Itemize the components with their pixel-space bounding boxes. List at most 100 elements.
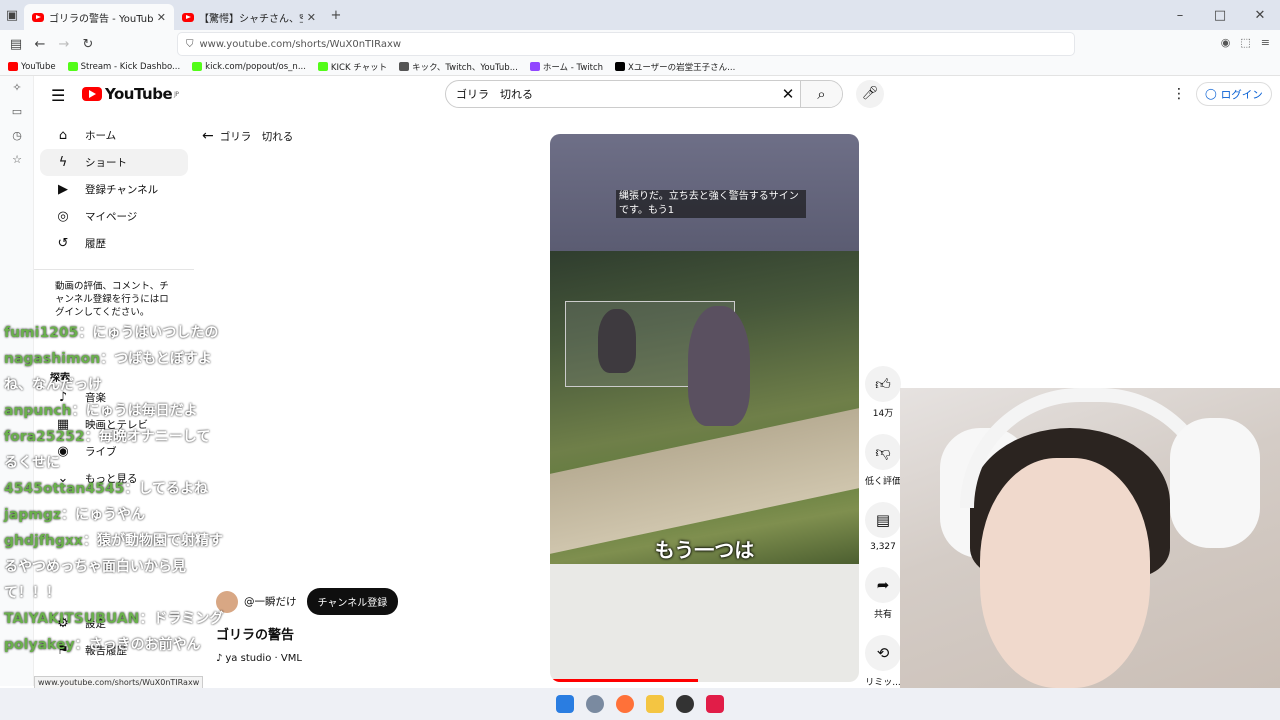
shorts-actions: 👍︎ 14万 👎︎ 低く評価 ▤ 3,327 ➦ 共有 ⟲ リミッ... (862, 366, 904, 703)
account-icon[interactable]: ◉ (1221, 36, 1231, 49)
voice-search-button[interactable]: 🎤︎ (856, 80, 884, 108)
close-tab-icon[interactable]: ✕ (157, 11, 166, 24)
clear-search-icon[interactable]: ✕ (776, 85, 800, 103)
video-progress-bar[interactable] (550, 679, 699, 682)
youtube-favicon-icon (182, 12, 194, 22)
chat-message: ghdjfhgxx：猿が動物園で射精するやつめっちゃ面白いから見て！！！ (4, 533, 223, 601)
shield-icon: ⛉ (186, 38, 194, 50)
shorts-icon: ϟ (58, 154, 68, 170)
browser-tab-1[interactable]: 【驚愕】シャチさん、空中に逃げ ✕ (174, 4, 324, 30)
history-icon: ↺ (57, 235, 69, 251)
kick-icon (192, 62, 203, 71)
thumbs-up-icon: 👍︎ (865, 366, 901, 402)
comments-button[interactable]: ▤ 3,327 (862, 502, 904, 552)
folder-icon[interactable] (646, 695, 664, 713)
reload-icon[interactable]: ↻ (76, 37, 100, 52)
video-subtitle: もう一つは (654, 538, 755, 562)
channel-name[interactable]: @一瞬だけ (244, 594, 297, 609)
maximize-icon[interactable]: □ (1200, 8, 1240, 23)
stream-chat-overlay: fumi1205：にゅうはいつしたの nagashimon：つばもとぼすよね、な… (4, 320, 224, 658)
bookmark-item[interactable]: Stream - Kick Dashbo... (67, 62, 180, 72)
forward-icon[interactable]: → (52, 37, 76, 52)
headset-right-earcup (1170, 418, 1260, 548)
shorts-video-player[interactable]: 縄張りだ。立ち去と強く警告するサインです。もう1 もう一つは (550, 134, 859, 682)
star-icon[interactable]: ☆ (0, 148, 34, 172)
sidebar-item-home[interactable]: ⌂ ホーム (40, 122, 188, 149)
chat-message: fora25252：毎晩オナニーしてるくせに (4, 429, 211, 471)
chat-message: TAIYAKITSUBUAN：ドラミング (4, 611, 224, 627)
dirt-path (550, 408, 859, 554)
back-icon[interactable]: ← (28, 37, 52, 52)
chat-message: fumi1205：にゅうはいつしたの (4, 325, 219, 341)
tab-list-icon[interactable]: ▣ (0, 8, 24, 23)
browser-nav-bar: ▤ ← → ↻ ⛉ www.youtube.com/shorts/WuX0nTI… (0, 30, 1280, 58)
chat-message: polyakey：さっきのお前やん (4, 637, 201, 653)
share-button[interactable]: ➦ 共有 (862, 567, 904, 620)
kick-icon (317, 62, 328, 71)
more-options-icon[interactable]: ⋮ (1172, 86, 1186, 102)
shorts-back-link[interactable]: ← ゴリラ 切れる (202, 128, 293, 144)
app-icon[interactable] (706, 695, 724, 713)
multi-icon (399, 62, 410, 71)
chat-message: anpunch：にゅうは毎日だよ (4, 403, 198, 419)
close-window-icon[interactable]: ✕ (1240, 8, 1280, 23)
start-icon[interactable] (556, 695, 574, 713)
minimize-icon[interactable]: – (1160, 8, 1200, 23)
extensions-icon[interactable]: ⬚ (1240, 36, 1250, 49)
kick-icon (67, 62, 78, 71)
youtube-icon (8, 62, 18, 71)
close-tab-icon[interactable]: ✕ (307, 11, 316, 24)
bookmark-item[interactable]: ホーム - Twitch (529, 61, 603, 73)
settings-icon[interactable] (586, 695, 604, 713)
subscriptions-icon: ▶ (58, 181, 68, 197)
remix-button[interactable]: ⟲ リミッ... (862, 635, 904, 688)
x-icon (615, 62, 626, 71)
audio-row[interactable]: ♪ ya studio · VML (216, 653, 302, 664)
search-button[interactable]: ⌕ (800, 81, 842, 107)
tab-title: 【驚愕】シャチさん、空中に逃げ (199, 13, 303, 25)
video-scene (550, 251, 859, 564)
bookmark-item[interactable]: Xユーザーの岩堂王子さん... (615, 61, 735, 73)
search-input[interactable]: ゴリラ 切れる (446, 86, 776, 102)
sidebar-item-you[interactable]: ◎ マイページ (40, 203, 188, 230)
bookmark-item[interactable]: KICK チャット (317, 61, 387, 73)
sidebar-item-subscriptions[interactable]: ▶ 登録チャンネル (40, 176, 188, 203)
search-box: ゴリラ 切れる ✕ ⌕ (445, 80, 843, 108)
tab-title: ゴリラの警告 - YouTube (49, 13, 153, 25)
sidebar-item-history[interactable]: ↺ 履歴 (40, 230, 188, 257)
video-top-band: 縄張りだ。立ち去と強く警告するサインです。もう1 (550, 134, 859, 251)
user-icon: ◯ (1205, 88, 1217, 100)
login-button[interactable]: ◯ ログイン (1196, 82, 1272, 106)
youtube-favicon-icon (32, 12, 44, 22)
browser-tab-bar: ▣ ゴリラの警告 - YouTube ✕ 【驚愕】シャチさん、空中に逃げ ✕ +… (0, 0, 1280, 30)
library-icon[interactable]: ▭ (0, 100, 34, 124)
gorilla (688, 306, 750, 426)
comment-icon: ▤ (865, 502, 901, 538)
channel-row: @一瞬だけ チャンネル登録 (216, 588, 399, 615)
subscribe-button[interactable]: チャンネル登録 (306, 588, 399, 615)
bookmark-item[interactable]: キック、Twitch、YouTub... (399, 61, 518, 73)
webcam-overlay (900, 388, 1280, 720)
taskbar (0, 688, 1280, 720)
dislike-button[interactable]: 👎︎ 低く評価 (862, 434, 904, 487)
bookmark-item[interactable]: YouTube (8, 62, 56, 72)
gorilla-reflection (598, 309, 636, 373)
sidebar-toggle-icon[interactable]: ▤ (4, 37, 28, 52)
sidebar-item-shorts[interactable]: ϟ ショート (40, 149, 188, 176)
arrow-left-icon: ← (202, 128, 214, 144)
url-bar[interactable]: ⛉ www.youtube.com/shorts/WuX0nTIRaxw (178, 33, 1074, 55)
bookmarks-bar: YouTube Stream - Kick Dashbo... kick.com… (0, 58, 1280, 76)
browser-tab-0[interactable]: ゴリラの警告 - YouTube ✕ (24, 4, 174, 30)
history-icon[interactable]: ◷ (0, 124, 34, 148)
new-tab-icon[interactable]: + (324, 8, 348, 23)
thumbs-down-icon: 👎︎ (865, 434, 901, 470)
twitch-icon (529, 62, 540, 71)
obs-icon[interactable] (676, 695, 694, 713)
menu-icon[interactable]: ≡ (1261, 36, 1270, 49)
video-title[interactable]: ゴリラの警告 (216, 624, 294, 643)
firefox-icon[interactable] (616, 695, 634, 713)
chat-message: japmgz：にゅうやん (4, 507, 146, 523)
ai-icon[interactable]: ✧ (0, 76, 34, 100)
bookmark-item[interactable]: kick.com/popout/os_n... (192, 62, 306, 72)
like-button[interactable]: 👍︎ 14万 (862, 366, 904, 419)
